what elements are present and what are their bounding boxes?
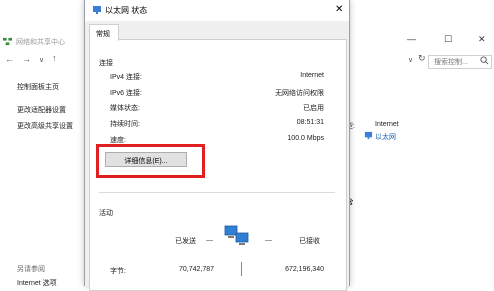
up-arrow-icon[interactable]: ↑: [52, 53, 57, 63]
details-button-highlight: [96, 144, 205, 178]
link-change-adapter-settings[interactable]: 更改适配器设置: [17, 105, 66, 115]
ipv4-label: IPv4 连接:: [110, 74, 142, 81]
bytes-received-value: 672,196,340: [285, 266, 324, 273]
address-dropdown-icon[interactable]: ∨: [408, 56, 413, 64]
maximize-button[interactable]: ☐: [444, 34, 452, 45]
close-icon[interactable]: ✕: [335, 4, 343, 15]
refresh-icon[interactable]: ↻: [418, 53, 426, 64]
recent-dropdown-icon[interactable]: ∨: [39, 56, 44, 64]
bytes-divider: [241, 262, 242, 276]
ethernet-icon: [364, 131, 373, 140]
bg-window-title: 网络和共享中心: [16, 39, 65, 46]
ipv6-value: 无网络访问权限: [275, 90, 324, 97]
network-computers-icon: [224, 225, 249, 245]
ipv4-value: Internet: [300, 72, 324, 79]
connection-group-title: 连接: [99, 60, 113, 67]
network-center-icon: [3, 37, 12, 46]
tab-general-label: 常规: [96, 31, 110, 38]
see-also-heading: 另请参阅: [17, 266, 45, 273]
close-button[interactable]: ✕: [478, 34, 486, 45]
forward-arrow-icon[interactable]: →: [22, 54, 31, 64]
tab-general[interactable]: 常规: [89, 24, 119, 41]
link-change-advanced-sharing[interactable]: 更改高级共享设置: [17, 121, 73, 131]
back-arrow-icon[interactable]: ←: [5, 54, 14, 64]
received-label: 已接收: [299, 238, 320, 245]
bytes-sent-value: 70,742,787: [179, 266, 215, 273]
connection-link-ethernet[interactable]: 以太网: [375, 132, 396, 142]
ipv6-label: IPv6 连接:: [110, 90, 142, 97]
media-state-value: 已启用: [303, 105, 324, 112]
minimize-button[interactable]: —: [407, 34, 416, 44]
speed-value: 100.0 Mbps: [287, 135, 324, 142]
received-dash: —: [265, 237, 272, 244]
duration-label: 持续时间:: [110, 121, 140, 128]
media-state-label: 媒体状态:: [110, 105, 140, 112]
sent-dash: —: [206, 237, 213, 244]
activity-group-title: 活动: [99, 210, 113, 217]
link-internet-options[interactable]: Internet 选项: [17, 278, 57, 288]
search-icon[interactable]: [480, 56, 489, 65]
ethernet-icon: [93, 6, 101, 14]
ethernet-status-dialog: 以太网 状态 ✕ 常规 连接 IPv4 连接: Internet IPv6 连接…: [84, 0, 350, 291]
search-placeholder: 搜索控制...: [434, 59, 468, 66]
sent-label: 已发送: [175, 238, 196, 245]
access-type-value: Internet: [375, 121, 399, 128]
dialog-title: 以太网 状态: [105, 6, 148, 15]
bytes-label: 字节:: [110, 268, 126, 275]
duration-value: 08:51:31: [296, 119, 324, 126]
link-control-panel-home[interactable]: 控制面板主页: [17, 82, 59, 92]
divider: [99, 192, 335, 193]
